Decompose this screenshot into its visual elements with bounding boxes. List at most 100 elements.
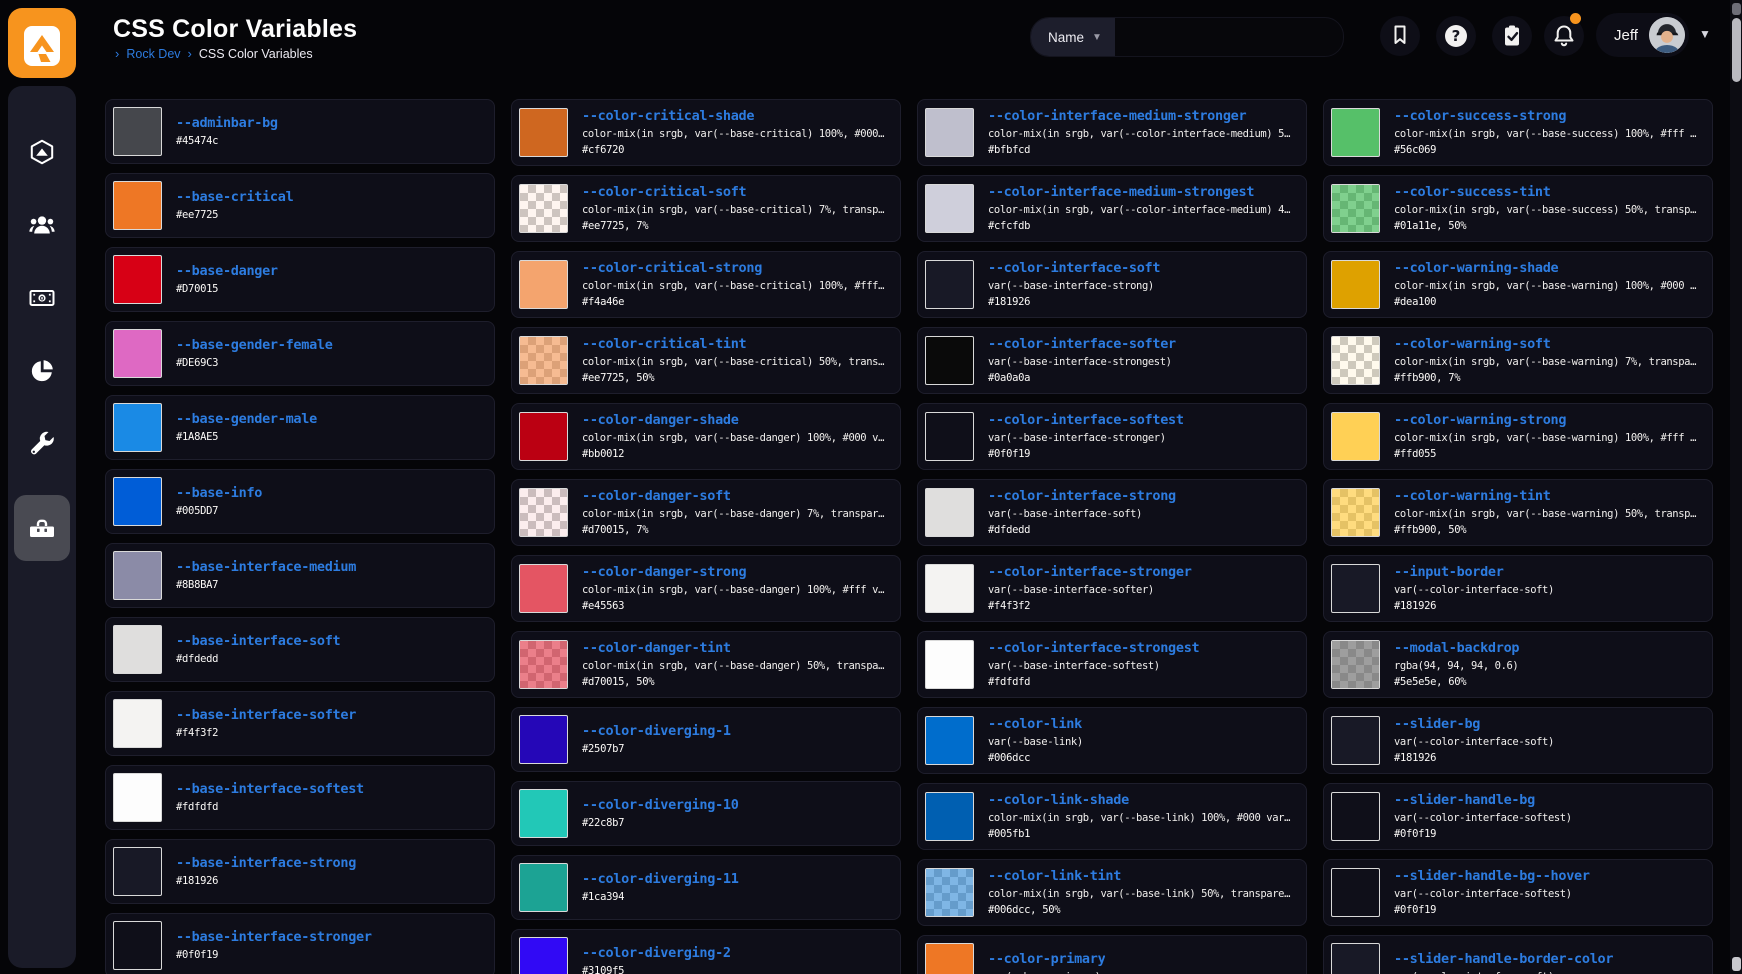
variable-name-link[interactable]: --color-diverging-2 (582, 944, 731, 963)
scroll-up-button[interactable] (1732, 3, 1741, 15)
variable-name-link[interactable]: --adminbar-bg (176, 114, 278, 133)
variable-name-link[interactable]: --color-success-strong (1394, 107, 1700, 126)
variable-name-link[interactable]: --base-gender-female (176, 336, 333, 355)
variable-name-link[interactable]: --color-danger-shade (582, 411, 888, 430)
variable-name-link[interactable]: --color-danger-tint (582, 639, 888, 658)
color-variable-card: --base-interface-medium #8B8BA7 (105, 543, 495, 608)
tasks-button[interactable] (1492, 16, 1532, 56)
variable-name-link[interactable]: --color-diverging-10 (582, 796, 739, 815)
variable-hex-value: #0f0f19 (176, 947, 372, 963)
variable-name-link[interactable]: --color-interface-soft (988, 259, 1160, 278)
color-swatch (1331, 943, 1380, 974)
variable-hex-value: #f4a46e (582, 294, 888, 310)
sidebar-item-reports[interactable] (14, 343, 70, 399)
variable-info: --color-critical-tint color-mix(in srgb,… (582, 335, 888, 386)
user-menu[interactable]: Jeff (1596, 13, 1689, 57)
variable-info: --color-warning-shade color-mix(in srgb,… (1394, 259, 1700, 310)
variable-name-link[interactable]: --base-interface-soft (176, 632, 340, 651)
variable-info: --color-link-tint color-mix(in srgb, var… (988, 867, 1294, 918)
variable-info: --color-interface-strong var(--base-inte… (988, 487, 1176, 538)
variable-name-link[interactable]: --color-primary (988, 950, 1105, 969)
variable-name-link[interactable]: --color-link-tint (988, 867, 1294, 886)
bookmarks-button[interactable] (1380, 16, 1420, 56)
variable-name-link[interactable]: --base-interface-stronger (176, 928, 372, 947)
variable-hex-value: #8B8BA7 (176, 577, 356, 593)
variable-name-link[interactable]: --color-interface-medium-stronger (988, 107, 1294, 126)
variable-name-link[interactable]: --color-critical-strong (582, 259, 888, 278)
variable-name-link[interactable]: --color-danger-strong (582, 563, 888, 582)
sidebar-item-people[interactable] (14, 197, 70, 253)
variable-name-link[interactable]: --base-interface-softer (176, 706, 356, 725)
variable-hex-value: #ee7725 (176, 207, 293, 223)
variable-info: --adminbar-bg #45474c (176, 114, 278, 149)
variable-name-link[interactable]: --color-warning-tint (1394, 487, 1700, 506)
variable-name-link[interactable]: --base-gender-male (176, 410, 317, 429)
sidebar-item-rock[interactable] (14, 124, 70, 180)
variable-name-link[interactable]: --color-warning-strong (1394, 411, 1700, 430)
color-swatch (1331, 792, 1380, 841)
sidebar-item-finance[interactable]: 0 (14, 270, 70, 326)
variable-hex-value: #0f0f19 (1394, 826, 1572, 842)
wrench-icon (29, 431, 55, 457)
scrollbar-thumb[interactable] (1732, 18, 1741, 82)
variable-name-link[interactable]: --color-diverging-1 (582, 722, 731, 741)
variable-name-link[interactable]: --base-interface-softest (176, 780, 364, 799)
color-variable-card: --color-danger-tint color-mix(in srgb, v… (511, 631, 901, 698)
variable-name-link[interactable]: --color-link (988, 715, 1083, 734)
variable-info: --base-interface-softest #fdfdfd (176, 780, 364, 815)
color-swatch (519, 184, 568, 233)
variable-name-link[interactable]: --base-danger (176, 262, 278, 281)
variable-name-link[interactable]: --color-link-shade (988, 791, 1294, 810)
variable-name-link[interactable]: --color-diverging-11 (582, 870, 739, 889)
variable-name-link[interactable]: --color-warning-shade (1394, 259, 1700, 278)
variable-hex-value: #0f0f19 (988, 446, 1184, 462)
variable-name-link[interactable]: --input-border (1394, 563, 1554, 582)
sidebar-item-developer-toolbox[interactable] (14, 495, 70, 561)
variable-definition: var(--color-interface-softest) (1394, 886, 1590, 902)
rock-app-logo[interactable] (8, 8, 76, 78)
variable-definition: color-mix(in srgb, var(--base-warning) 5… (1394, 506, 1700, 522)
scrollbar[interactable] (1730, 0, 1742, 974)
variable-name-link[interactable]: --slider-bg (1394, 715, 1554, 734)
variable-name-link[interactable]: --base-info (176, 484, 262, 503)
variable-info: --slider-handle-bg var(--color-interface… (1394, 791, 1572, 842)
breadcrumb-link-rock-dev[interactable]: Rock Dev (126, 47, 180, 61)
help-button[interactable]: ? (1436, 16, 1476, 56)
notification-dot (1570, 13, 1581, 24)
variable-name-link[interactable]: --color-interface-strong (988, 487, 1176, 506)
scroll-down-button[interactable] (1732, 957, 1741, 971)
variable-name-link[interactable]: --slider-handle-bg (1394, 791, 1572, 810)
variable-name-link[interactable]: --color-warning-soft (1394, 335, 1700, 354)
variable-name-link[interactable]: --color-interface-softest (988, 411, 1184, 430)
color-swatch (925, 412, 974, 461)
variable-name-link[interactable]: --base-critical (176, 188, 293, 207)
variable-name-link[interactable]: --slider-handle-border-color (1394, 950, 1613, 969)
variable-info: --color-interface-softer var(--base-inte… (988, 335, 1176, 386)
variable-name-link[interactable]: --color-danger-soft (582, 487, 888, 506)
variable-name-link[interactable]: --slider-handle-bg--hover (1394, 867, 1590, 886)
variable-name-link[interactable]: --color-interface-medium-strongest (988, 183, 1294, 202)
chevron-down-icon[interactable]: ▼ (1699, 27, 1711, 41)
color-variable-card: --base-interface-strong #181926 (105, 839, 495, 904)
color-swatch (925, 716, 974, 765)
variable-name-link[interactable]: --base-interface-medium (176, 558, 356, 577)
sidebar-item-admin-tools[interactable] (14, 416, 70, 472)
variable-name-link[interactable]: --modal-backdrop (1394, 639, 1519, 658)
search-input[interactable] (1115, 18, 1343, 56)
variable-hex-value: #2507b7 (582, 741, 731, 757)
search-filter-dropdown[interactable]: Name ▼ (1031, 18, 1115, 56)
variable-name-link[interactable]: --color-interface-stronger (988, 563, 1192, 582)
variable-name-link[interactable]: --color-interface-softer (988, 335, 1176, 354)
variable-info: --color-primary var(--base-primary) (988, 950, 1105, 974)
color-swatch (113, 403, 162, 452)
svg-text:?: ? (1452, 27, 1461, 45)
variable-name-link[interactable]: --color-critical-shade (582, 107, 888, 126)
variable-name-link[interactable]: --color-interface-strongest (988, 639, 1199, 658)
variable-name-link[interactable]: --color-success-tint (1394, 183, 1700, 202)
variable-name-link[interactable]: --color-critical-tint (582, 335, 888, 354)
variable-info: --color-success-tint color-mix(in srgb, … (1394, 183, 1700, 234)
color-swatch (519, 488, 568, 537)
variable-name-link[interactable]: --base-interface-strong (176, 854, 356, 873)
variable-name-link[interactable]: --color-critical-soft (582, 183, 888, 202)
variable-hex-value: #181926 (1394, 598, 1554, 614)
